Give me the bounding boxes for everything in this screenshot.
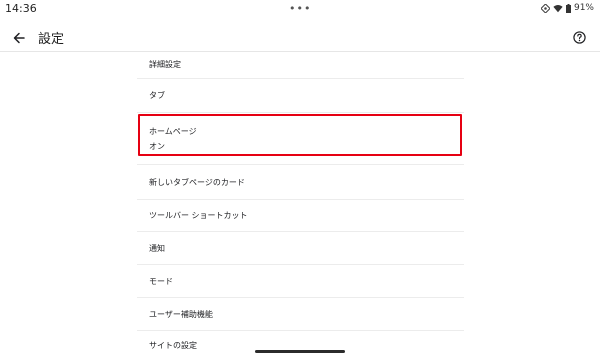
settings-item-mode[interactable]: モード xyxy=(137,265,464,298)
status-center-dots: ••• xyxy=(289,2,312,15)
settings-item-label: サイトの設定 xyxy=(149,340,197,350)
page-title: 設定 xyxy=(38,32,65,47)
help-circle-icon xyxy=(572,29,586,48)
settings-item-accessibility[interactable]: ユーザー補助機能 xyxy=(137,298,464,331)
settings-item-label: 新しいタブページのカード xyxy=(149,177,245,187)
highlight-box xyxy=(138,114,462,156)
wifi-icon xyxy=(553,4,563,13)
status-bar: 14:36 ••• 91% xyxy=(0,0,600,20)
location-icon xyxy=(540,3,550,13)
settings-item-label: ツールバー ショートカット xyxy=(149,211,248,220)
settings-item-label: ユーザー補助機能 xyxy=(149,309,213,319)
settings-item-new-tab-cards[interactable]: 新しいタブページのカード xyxy=(137,165,464,200)
settings-item-label: 通知 xyxy=(149,243,165,253)
settings-item-site-settings[interactable]: サイトの設定 xyxy=(137,331,464,359)
battery-icon xyxy=(565,3,571,13)
app-bar: 設定 xyxy=(0,22,600,52)
settings-item-toolbar-shortcut[interactable]: ツールバー ショートカット xyxy=(137,200,464,232)
gesture-nav-bar[interactable] xyxy=(255,350,345,353)
settings-item-label: 詳細設定 xyxy=(149,60,181,69)
status-icons: 91% xyxy=(540,3,594,13)
help-button[interactable] xyxy=(568,27,590,49)
settings-item-label: モード xyxy=(149,276,173,286)
settings-item-advanced[interactable]: 詳細設定 xyxy=(137,52,464,79)
settings-item-label: タブ xyxy=(149,91,165,100)
arrow-back-icon xyxy=(13,29,25,48)
back-button[interactable] xyxy=(8,27,30,49)
settings-item-tabs[interactable]: タブ xyxy=(137,79,464,113)
battery-percent: 91% xyxy=(573,3,594,13)
settings-item-notifications[interactable]: 通知 xyxy=(137,232,464,265)
settings-list: 詳細設定 タブ ホームページ オン 新しいタブページのカード ツールバー ショー… xyxy=(137,52,464,359)
status-time: 14:36 xyxy=(5,2,37,15)
